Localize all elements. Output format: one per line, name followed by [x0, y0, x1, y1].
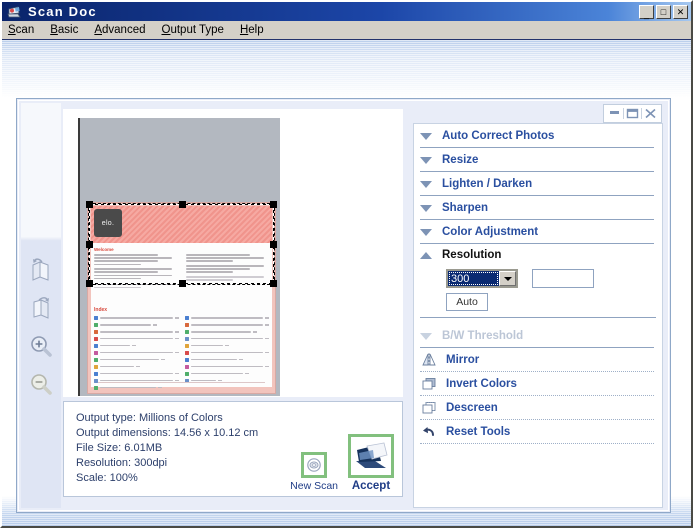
menu-item-basic[interactable]: Basic	[50, 23, 86, 37]
scanner-accept-icon	[348, 434, 394, 478]
chevron-down-icon	[420, 156, 432, 164]
output-type-line: Output type: Millions of Colors	[76, 412, 223, 424]
preview-canvas[interactable]: elo. Welcome	[78, 118, 280, 396]
tool-command-label: Descreen	[446, 402, 498, 414]
resize-handle-bottom-left[interactable]	[86, 280, 93, 287]
resize-handle-top-right[interactable]	[270, 201, 277, 208]
tool-rail-icons	[21, 251, 61, 403]
chevron-down-icon	[420, 332, 432, 340]
panel-restore-icon[interactable]	[624, 106, 641, 121]
tool-command-label: Reset Tools	[446, 426, 511, 438]
chevron-down-icon	[420, 228, 432, 236]
scan-panel-inner: elo. Welcome	[18, 100, 669, 511]
rotate-left-icon[interactable]	[21, 251, 61, 289]
tool-section-lighten-darken[interactable]: Lighten / Darken	[414, 172, 662, 196]
accept-button[interactable]: Accept	[348, 434, 394, 492]
accept-label: Accept	[351, 480, 391, 492]
resize-handle-middle-right[interactable]	[270, 241, 277, 248]
tool-section-bw-threshold[interactable]: B/W Threshold	[414, 324, 662, 348]
maximize-button[interactable]: □	[656, 4, 671, 19]
tools-panel: Auto Correct Photos Resize Lighten / Dar…	[413, 123, 663, 508]
tool-section-label: B/W Threshold	[442, 330, 524, 342]
window-title: Scan Doc	[28, 4, 97, 19]
tool-rail	[21, 103, 61, 508]
resolution-custom-input[interactable]	[532, 269, 594, 288]
rotate-right-icon[interactable]	[21, 289, 61, 327]
tool-command-label: Mirror	[446, 354, 480, 366]
resolution-select[interactable]: 300	[446, 269, 518, 288]
resolution-auto-button[interactable]: Auto	[446, 293, 488, 311]
minimize-button[interactable]: _	[639, 4, 654, 19]
title-bar: Scan Doc _ □ ✕	[2, 2, 691, 21]
tool-section-label: Sharpen	[442, 202, 489, 214]
zoom-in-icon[interactable]	[21, 327, 61, 365]
tool-command-label: Invert Colors	[446, 378, 517, 390]
descreen-icon	[420, 401, 437, 416]
tool-section-label: Lighten / Darken	[442, 178, 533, 190]
tool-command-mirror[interactable]: Mirror	[414, 348, 662, 372]
tool-section-label: Resize	[442, 154, 479, 166]
resolution-header[interactable]: Resolution	[414, 244, 662, 266]
tool-command-descreen[interactable]: Descreen	[414, 396, 662, 420]
client-area: elo. Welcome	[2, 39, 691, 526]
chevron-up-icon	[420, 251, 432, 259]
new-scan-icon	[301, 452, 328, 478]
scan-doc-application: Scan Doc _ □ ✕ Scan Basic Advanced Outpu…	[0, 0, 693, 528]
resize-handle-bottom-center[interactable]	[178, 280, 186, 287]
tool-section-resolution: Resolution 300 Auto	[414, 244, 662, 324]
tool-section-label: Auto Correct Photos	[442, 130, 555, 142]
resize-handle-top-left[interactable]	[86, 201, 93, 208]
tool-section-resize[interactable]: Resize	[414, 148, 662, 172]
menu-item-output-type[interactable]: Output Type	[162, 23, 232, 37]
chevron-down-icon[interactable]	[499, 271, 516, 286]
invert-colors-icon	[420, 377, 437, 392]
resolution-selected-value: 300	[448, 271, 499, 286]
zoom-out-icon[interactable]	[21, 365, 61, 403]
output-info-panel: Output type: Millions of Colors Output d…	[63, 401, 403, 497]
document-index-heading: Index	[94, 307, 108, 313]
panel-minimize-icon[interactable]	[606, 106, 623, 121]
selection-marquee[interactable]	[86, 201, 277, 287]
tool-section-color-adjustment[interactable]: Color Adjustment	[414, 220, 662, 244]
divider	[420, 317, 656, 318]
panel-window-controls	[603, 104, 662, 123]
menu-bar: Scan Basic Advanced Output Type Help	[2, 21, 691, 39]
action-buttons: New Scan Accept	[290, 434, 394, 492]
chevron-down-icon	[420, 204, 432, 212]
resize-handle-middle-left[interactable]	[86, 241, 93, 248]
chevron-down-icon	[420, 180, 432, 188]
document-footer-rule	[98, 381, 265, 383]
tool-command-invert-colors[interactable]: Invert Colors	[414, 372, 662, 396]
scanner-icon	[6, 5, 22, 19]
new-scan-button[interactable]: New Scan	[290, 452, 338, 492]
menu-item-help[interactable]: Help	[240, 23, 272, 37]
panel-close-icon[interactable]	[642, 106, 659, 121]
reset-arrow-icon	[420, 425, 437, 440]
tool-section-sharpen[interactable]: Sharpen	[414, 196, 662, 220]
window-controls: _ □ ✕	[639, 4, 688, 19]
menu-item-advanced[interactable]: Advanced	[94, 23, 153, 37]
close-button[interactable]: ✕	[673, 4, 688, 19]
menu-item-scan[interactable]: Scan	[8, 23, 42, 37]
mirror-icon	[420, 353, 437, 368]
preview-area: elo. Welcome	[63, 109, 403, 397]
tool-section-label: Color Adjustment	[442, 226, 539, 238]
chevron-down-icon	[420, 132, 432, 140]
tool-command-reset-tools[interactable]: Reset Tools	[414, 420, 662, 444]
new-scan-label: New Scan	[290, 480, 338, 492]
resolution-controls: 300	[414, 269, 662, 288]
resolution-label: Resolution	[442, 249, 502, 261]
tool-section-auto-correct-photos[interactable]: Auto Correct Photos	[414, 124, 662, 148]
resize-handle-top-center[interactable]	[178, 201, 186, 208]
resize-handle-bottom-right[interactable]	[270, 280, 277, 287]
scan-panel: elo. Welcome	[16, 98, 671, 513]
